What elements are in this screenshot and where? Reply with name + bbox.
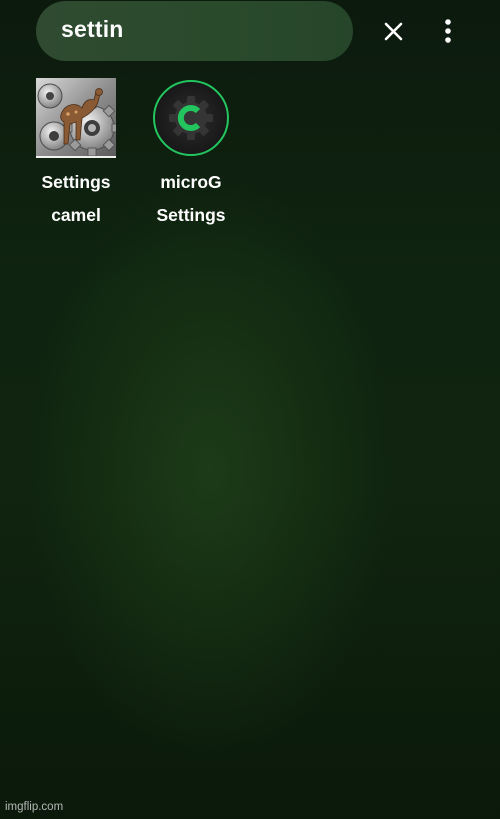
more-options-button[interactable]: [432, 12, 464, 52]
app-label: microG Settings: [156, 172, 226, 225]
gears-camel-icon: [36, 78, 116, 158]
watermark: imgflip.com: [5, 801, 64, 813]
more-vert-icon: [445, 19, 451, 43]
app-label: Settings camel: [41, 172, 111, 225]
search-input[interactable]: settin: [61, 1, 124, 61]
search-bar[interactable]: settin: [36, 1, 353, 61]
close-icon: [384, 22, 403, 41]
clear-search-button[interactable]: [374, 12, 414, 52]
microg-gear-icon: [153, 80, 229, 156]
app-settings-camel[interactable]: Settings camel: [18, 78, 134, 232]
app-microg-settings[interactable]: microG Settings: [133, 78, 249, 232]
